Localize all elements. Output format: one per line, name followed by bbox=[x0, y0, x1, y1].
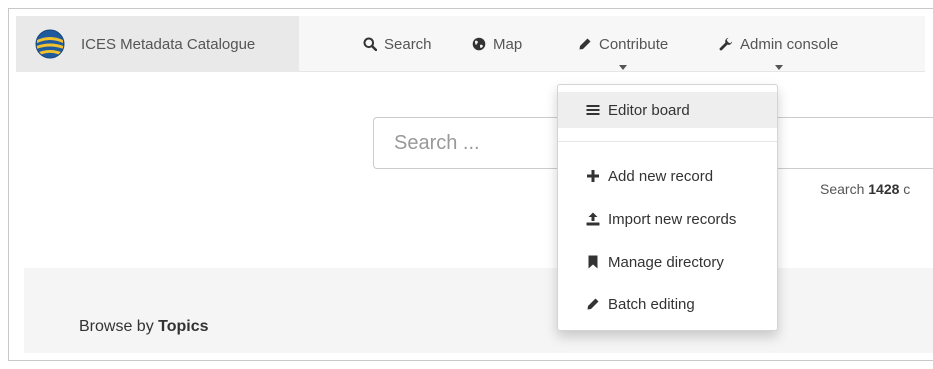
brand[interactable]: ICES Metadata Catalogue bbox=[16, 16, 299, 72]
plus-icon bbox=[587, 170, 599, 182]
menu-item-label: Manage directory bbox=[608, 253, 724, 271]
wrench-icon bbox=[719, 37, 733, 51]
chevron-down-icon bbox=[774, 65, 783, 70]
globe-icon bbox=[472, 37, 486, 51]
search-count-overflow: c bbox=[899, 181, 911, 197]
menu-item-label: Import new records bbox=[608, 210, 737, 228]
menu-item-batch-editing[interactable]: Batch editing bbox=[558, 286, 777, 322]
nav-map-label: Map bbox=[493, 35, 523, 53]
nav-admin-console-label: Admin console bbox=[740, 35, 839, 53]
browse-topics-label: Topics bbox=[158, 318, 209, 335]
pencil-icon bbox=[579, 38, 591, 50]
menu-item-editor-board[interactable]: Editor board bbox=[558, 92, 777, 128]
menu-divider bbox=[558, 141, 777, 142]
menu-item-label: Add new record bbox=[608, 167, 714, 185]
nav-contribute-label: Contribute bbox=[599, 35, 669, 53]
menu-item-label: Editor board bbox=[608, 101, 690, 119]
pencil-icon bbox=[587, 298, 599, 310]
search-record-count: Search 1428 c bbox=[820, 181, 910, 197]
menu-item-label: Batch editing bbox=[608, 295, 695, 313]
brand-title: ICES Metadata Catalogue bbox=[81, 35, 256, 53]
browse-prefix: Browse by bbox=[79, 318, 159, 335]
contribute-dropdown-menu: Editor board Add new record Import new r… bbox=[557, 84, 778, 331]
search-icon bbox=[363, 37, 377, 51]
ices-globe-logo bbox=[35, 29, 65, 59]
menu-item-import-new-records[interactable]: Import new records bbox=[558, 201, 777, 237]
bookmark-icon bbox=[588, 255, 598, 269]
upload-icon bbox=[586, 212, 600, 226]
menu-item-add-new-record[interactable]: Add new record bbox=[558, 158, 777, 194]
browse-by-topics-heading: Browse by Topics bbox=[79, 318, 209, 336]
browse-section: Browse by Topics bbox=[24, 268, 933, 353]
nav-search-label: Search bbox=[384, 35, 432, 53]
menu-item-manage-directory[interactable]: Manage directory bbox=[558, 244, 777, 280]
nav-search[interactable]: Search bbox=[363, 16, 432, 72]
top-navbar: ICES Metadata Catalogue Search Map Contr… bbox=[16, 16, 925, 72]
nav-map[interactable]: Map bbox=[472, 16, 522, 72]
list-icon bbox=[586, 105, 600, 115]
nav-admin-console[interactable]: Admin console bbox=[719, 16, 838, 72]
chevron-down-icon bbox=[619, 65, 628, 70]
nav-contribute[interactable]: Contribute bbox=[578, 16, 668, 72]
search-count-prefix: Search bbox=[820, 181, 869, 197]
search-count-value: 1428 bbox=[868, 181, 900, 197]
